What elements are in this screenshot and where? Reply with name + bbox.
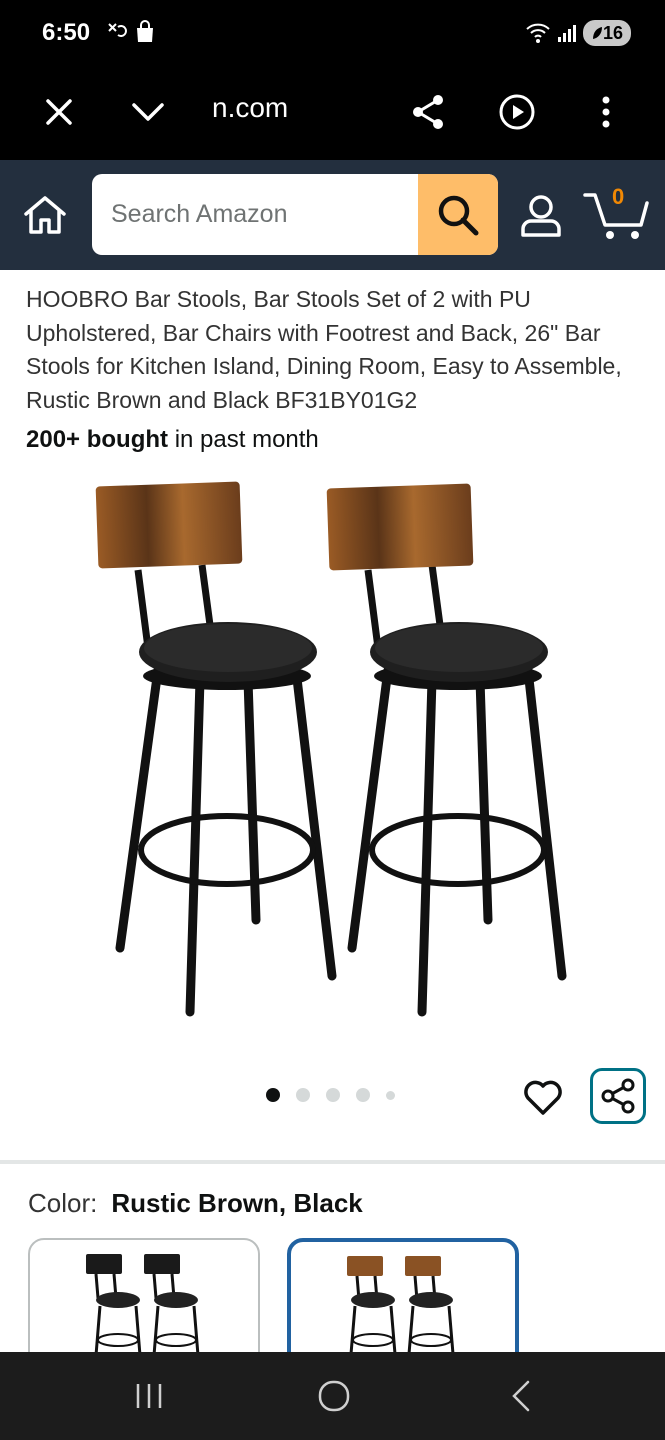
back-button[interactable] bbox=[496, 1374, 546, 1418]
share-icon bbox=[601, 1078, 635, 1114]
wifi-icon bbox=[526, 23, 550, 43]
stool-left bbox=[95, 481, 337, 1017]
bought-count-bold: 200+ bought bbox=[26, 426, 169, 453]
color-value: Rustic Brown, Black bbox=[111, 1188, 363, 1218]
section-divider bbox=[0, 1160, 665, 1164]
search-icon bbox=[438, 195, 479, 235]
recent-apps-icon bbox=[136, 1384, 162, 1408]
leaf-icon bbox=[592, 27, 602, 39]
color-label: Color: bbox=[28, 1188, 98, 1218]
minimize-button[interactable] bbox=[124, 88, 172, 136]
system-navigation-bar bbox=[0, 1352, 665, 1440]
home-icon bbox=[24, 196, 66, 234]
chevron-down-icon bbox=[132, 103, 164, 121]
carousel-dot[interactable] bbox=[296, 1088, 310, 1102]
signal-icon bbox=[557, 25, 576, 42]
amazon-header bbox=[0, 160, 665, 270]
share-icon bbox=[413, 95, 443, 129]
product-image[interactable] bbox=[90, 470, 590, 1030]
status-time: 6:50 bbox=[42, 19, 91, 46]
more-options-button[interactable] bbox=[582, 88, 630, 136]
search-box bbox=[92, 174, 498, 255]
bought-count: 200+ bought in past month bbox=[26, 426, 319, 454]
product-title: HOOBRO Bar Stools, Bar Stools Set of 2 w… bbox=[26, 286, 622, 413]
url-text[interactable]: n.com bbox=[212, 92, 288, 124]
share-page-button[interactable] bbox=[404, 88, 452, 136]
stool-right bbox=[326, 483, 567, 1017]
home-button[interactable] bbox=[20, 192, 70, 238]
user-icon bbox=[521, 195, 561, 237]
close-icon bbox=[46, 99, 72, 125]
bought-count-suffix: in past month bbox=[168, 426, 319, 453]
status-bar: 6:50 16 bbox=[0, 0, 665, 68]
search-button[interactable] bbox=[418, 174, 498, 255]
more-vertical-icon bbox=[602, 96, 610, 128]
recent-apps-button[interactable] bbox=[124, 1374, 174, 1418]
network-sync-icon bbox=[108, 23, 127, 37]
carousel-dot[interactable] bbox=[326, 1088, 340, 1102]
battery-indicator: 16 bbox=[582, 20, 631, 46]
browser-toolbar: n.com bbox=[0, 68, 665, 160]
account-button[interactable] bbox=[516, 192, 566, 240]
wishlist-heart-icon[interactable] bbox=[522, 1076, 564, 1118]
image-carousel-indicator bbox=[266, 1088, 395, 1102]
home-nav-button[interactable] bbox=[309, 1374, 359, 1418]
carousel-dot[interactable] bbox=[386, 1090, 395, 1100]
play-circle-icon bbox=[499, 94, 535, 130]
color-selection-label: Color: Rustic Brown, Black bbox=[28, 1188, 363, 1219]
carousel-dot[interactable] bbox=[356, 1088, 370, 1102]
carousel-dot[interactable] bbox=[266, 1088, 280, 1102]
battery-level: 16 bbox=[602, 22, 623, 43]
share-product-button[interactable] bbox=[590, 1068, 646, 1124]
shopping-bag-icon bbox=[137, 20, 153, 42]
close-button[interactable] bbox=[35, 88, 83, 136]
play-button[interactable] bbox=[493, 88, 541, 136]
back-chevron-icon bbox=[512, 1380, 530, 1412]
search-input[interactable] bbox=[92, 174, 418, 255]
cart-count: 0 bbox=[612, 184, 625, 209]
home-circle-icon bbox=[318, 1380, 350, 1412]
